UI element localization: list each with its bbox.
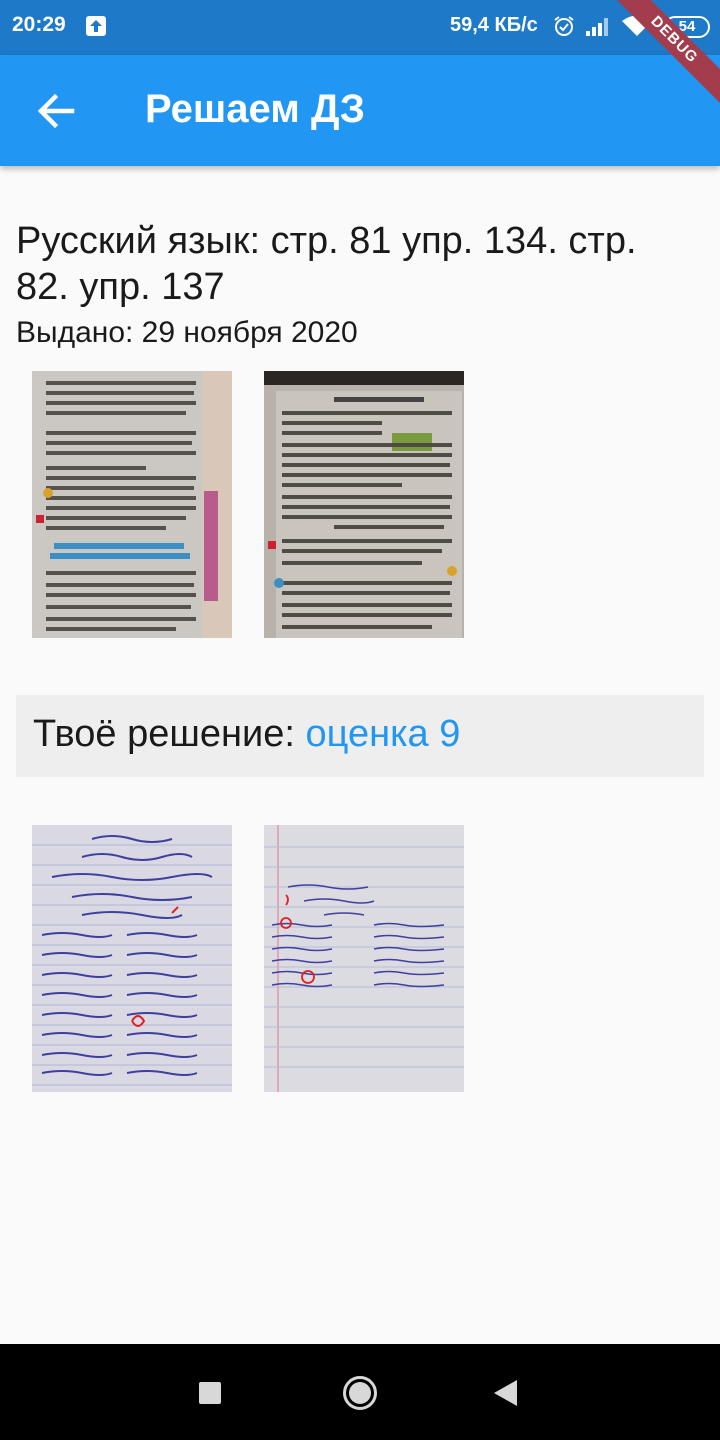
assignment-photo-2[interactable] (264, 371, 464, 638)
system-nav-bar (0, 1344, 720, 1440)
network-speed: 59,4 КБ/с (450, 14, 538, 36)
nav-back-button[interactable] (494, 1380, 518, 1411)
back-button[interactable] (26, 85, 86, 137)
status-time: 20:29 (12, 13, 66, 36)
nav-recents-button[interactable] (199, 1382, 221, 1409)
upload-icon (86, 16, 106, 36)
app-bar: Решаем ДЗ (0, 55, 720, 166)
solution-header: Твоё решение: оценка 9 (33, 713, 460, 756)
solution-photo-1[interactable] (32, 825, 232, 1092)
circle-icon (343, 1376, 377, 1410)
solution-panel: Твоё решение: оценка 9 (16, 695, 704, 777)
square-icon (199, 1382, 221, 1404)
solution-grade[interactable]: оценка 9 (305, 713, 460, 755)
issued-date: Выдано: 29 ноября 2020 (16, 316, 358, 349)
nav-home-button[interactable] (342, 1375, 378, 1416)
alarm-icon (554, 16, 574, 36)
triangle-back-icon (494, 1380, 517, 1406)
task-title: Русский язык: стр. 81 упр. 134. стр. 82.… (16, 220, 637, 308)
solution-label: Твоё решение: (33, 713, 306, 755)
signal-icon (586, 18, 608, 36)
status-bar: 20:29 59,4 КБ/с 54 (0, 0, 720, 55)
arrow-left-icon (37, 93, 75, 129)
page-title: Решаем ДЗ (145, 87, 365, 131)
assignment-photo-1[interactable] (32, 371, 232, 638)
solution-photo-2[interactable] (264, 825, 464, 1092)
